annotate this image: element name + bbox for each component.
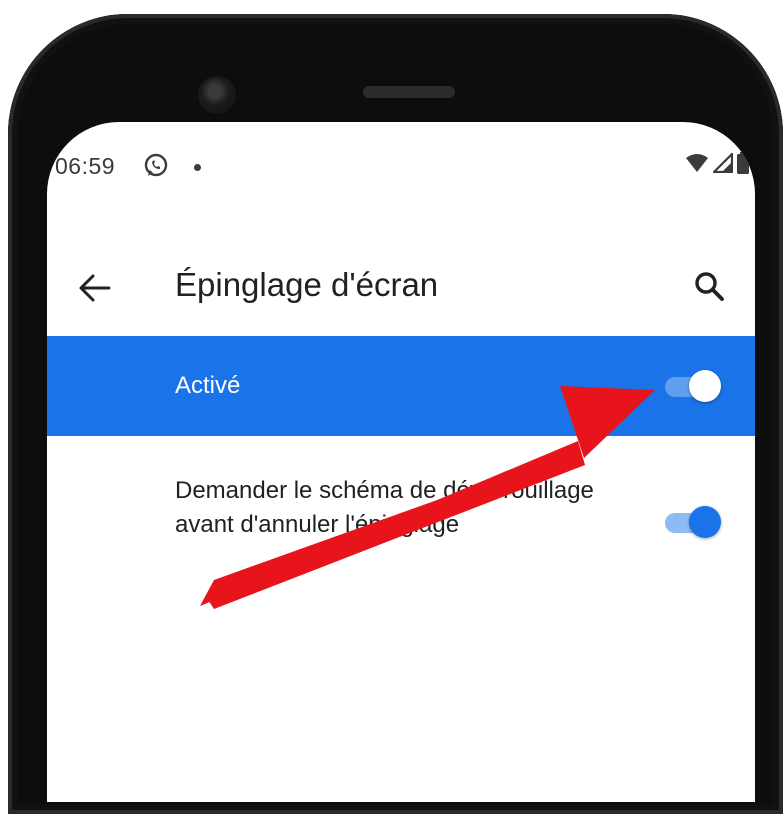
- arrow-back-icon[interactable]: [77, 270, 113, 306]
- status-bar: 06:59: [47, 122, 755, 212]
- app-toolbar: Épinglage d'écran: [47, 242, 755, 334]
- battery-icon: [737, 152, 749, 174]
- master-toggle-label: Activé: [175, 372, 241, 399]
- front-camera: [198, 76, 236, 114]
- page-title: Épinglage d'écran: [175, 266, 439, 303]
- notification-dot: [194, 164, 201, 171]
- unlock-pattern-switch-thumb: [689, 506, 721, 538]
- earpiece-speaker: [363, 86, 455, 98]
- search-icon[interactable]: [691, 268, 729, 306]
- unlock-pattern-switch[interactable]: [661, 502, 721, 542]
- system-icons: [685, 152, 749, 174]
- status-time: 06:59: [55, 153, 116, 179]
- master-toggle-row[interactable]: Activé: [47, 336, 755, 436]
- setting-row-unlock-pattern[interactable]: Demander le schéma de déverrouillage ava…: [47, 462, 755, 582]
- master-switch-thumb: [689, 370, 721, 402]
- master-switch[interactable]: [661, 366, 721, 406]
- signal-icon: [713, 153, 733, 173]
- phone-screen: 06:59 Épinglage d'écran Activé Demander …: [47, 122, 755, 802]
- wifi-icon: [686, 154, 708, 172]
- setting-label-unlock-pattern: Demander le schéma de déverrouillage ava…: [175, 477, 594, 538]
- whatsapp-icon: [144, 153, 168, 177]
